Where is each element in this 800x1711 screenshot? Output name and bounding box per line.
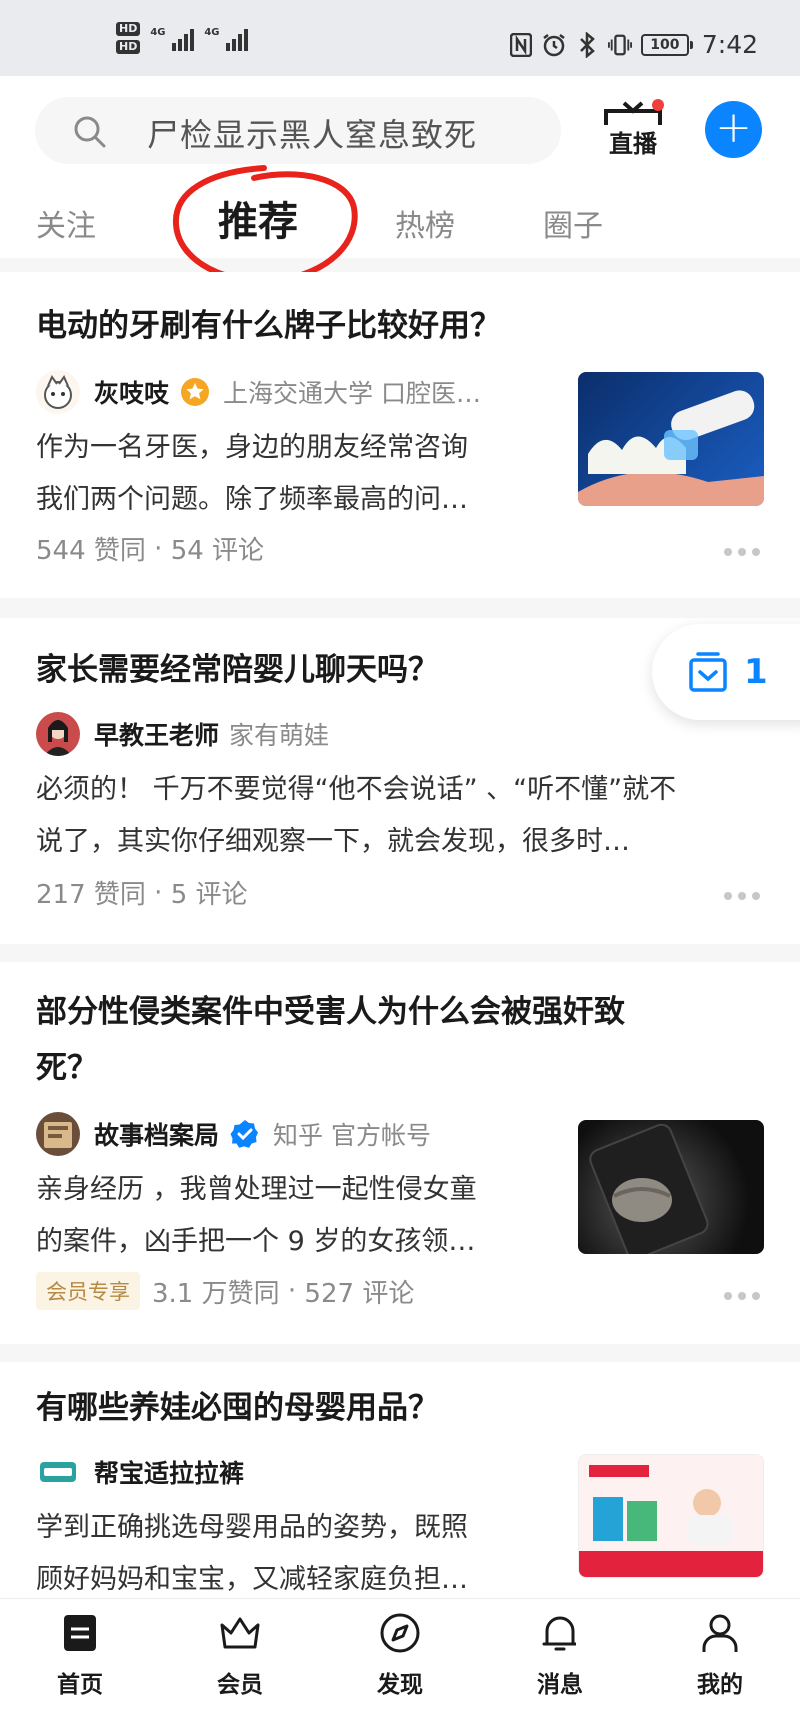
more-options-icon[interactable] [724, 892, 760, 902]
battery-indicator: 100 [640, 33, 693, 56]
live-button[interactable]: 直播 [602, 99, 664, 159]
card-author[interactable]: 早教王老师 家有萌娃 [36, 712, 329, 756]
card-excerpt[interactable]: 学到正确挑选母婴用品的姿势，既照 顾好妈妈和宝宝，又减轻家庭负担… [36, 1502, 468, 1606]
author-name: 帮宝适拉拉裤 [94, 1459, 245, 1488]
vibrate-icon [607, 32, 632, 58]
author-description: 上海交通大学 口腔医… [223, 379, 481, 408]
feed-card[interactable]: 有哪些养娃必囤的母婴用品？ 帮宝适拉拉裤 学到正确挑选母婴用品的姿势，既照 顾好… [0, 1362, 800, 1598]
crown-icon [220, 1617, 260, 1649]
feed-card[interactable]: 部分性侵类案件中受害人为什么会被强奸致 死？ 故事档案局 知乎 官方帐号 亲身经… [0, 962, 800, 1344]
tab-circles[interactable]: 圈子 [543, 201, 603, 245]
card-stats: 217 赞同 · 5 评论 [36, 877, 248, 911]
compass-icon [380, 1613, 420, 1653]
card-author[interactable]: 故事档案局 知乎 官方帐号 [36, 1112, 431, 1156]
alarm-icon [542, 32, 566, 58]
author-name: 灰吱吱 [94, 379, 170, 408]
author-name: 故事档案局 [94, 1121, 220, 1150]
member-exclusive-badge: 会员专享 [36, 1272, 140, 1310]
nav-member[interactable]: 会员 [190, 1611, 290, 1699]
inbox-count: 1 [744, 652, 768, 692]
more-options-icon[interactable] [724, 1292, 760, 1302]
tab-recommend[interactable]: 推荐 [218, 189, 298, 247]
inbox-box-icon [689, 652, 727, 692]
author-name: 早教王老师 [94, 721, 220, 750]
verified-star-badge-icon [181, 378, 210, 406]
person-icon [702, 1614, 738, 1652]
search-placeholder: 尸检显示黑人窒息致死 [147, 116, 478, 154]
nav-discover[interactable]: 发现 [350, 1611, 450, 1699]
signal-1-icon: 4G [150, 25, 195, 51]
card-author[interactable]: 灰吱吱 上海交通大学 口腔医… [36, 370, 481, 414]
live-label: 直播 [609, 130, 657, 158]
search-icon [74, 116, 106, 148]
avatar [36, 712, 80, 756]
author-description: 知乎 官方帐号 [273, 1121, 431, 1150]
hd-badge-1: HD [116, 22, 141, 36]
floating-inbox-button[interactable]: 1 [652, 624, 800, 720]
more-options-icon[interactable] [724, 548, 760, 558]
verified-check-badge-icon [230, 1120, 259, 1148]
status-left: HD HD 4G 4G [116, 22, 249, 54]
card-stats: 会员专享 3.1 万赞同 · 527 评论 [36, 1272, 414, 1310]
status-right: 100 7:42 [509, 30, 758, 59]
card-title[interactable]: 有哪些养娃必囤的母婴用品？ [36, 1380, 439, 1436]
signal-2-icon: 4G [204, 25, 249, 51]
card-title[interactable]: 部分性侵类案件中受害人为什么会被强奸致 死？ [36, 984, 625, 1096]
author-description: 家有萌娃 [229, 721, 330, 750]
card-title[interactable]: 家长需要经常陪婴儿聊天吗？ [36, 642, 439, 698]
plus-icon: + [715, 102, 752, 153]
card-excerpt[interactable]: 亲身经历 ，我曾处理过一起性侵女童 的案件，凶手把一个 9 岁的女孩领… [36, 1164, 477, 1268]
avatar [36, 1112, 80, 1156]
baby-product-ad-thumbnail[interactable] [578, 1454, 764, 1578]
live-notification-dot [652, 99, 664, 111]
nav-profile[interactable]: 我的 [670, 1611, 770, 1699]
bluetooth-icon [575, 31, 599, 58]
bell-icon [542, 1616, 576, 1651]
clock: 7:42 [701, 30, 758, 59]
tab-follow[interactable]: 关注 [36, 201, 96, 245]
nav-messages[interactable]: 消息 [510, 1611, 610, 1699]
card-excerpt[interactable]: 作为一名牙医，身边的朋友经常咨询 我们两个问题。除了频率最高的问… [36, 422, 468, 526]
toothbrush-thumbnail[interactable] [578, 372, 764, 506]
feed-tabs: 关注 推荐 热榜 圈子 [0, 191, 800, 258]
card-author[interactable]: 帮宝适拉拉裤 [36, 1450, 254, 1494]
feed-card[interactable]: 电动的牙刷有什么牌子比较好用？ 灰吱吱 上海交通大学 口腔医… 作为一名牙医，身… [0, 272, 800, 598]
status-bar: HD HD 4G 4G 100 7:42 [0, 0, 800, 76]
card-title[interactable]: 电动的牙刷有什么牌子比较好用？ [36, 298, 501, 354]
hd-badge-2: HD [116, 40, 141, 54]
nfc-icon [509, 32, 533, 58]
card-stats: 544 赞同 · 54 评论 [36, 533, 265, 567]
avatar [36, 1450, 80, 1494]
home-icon [64, 1615, 96, 1651]
search-bar[interactable]: 尸检显示黑人窒息致死 [35, 97, 561, 164]
avatar [36, 370, 80, 414]
nav-home[interactable]: 首页 [30, 1611, 130, 1699]
tab-hot[interactable]: 热榜 [395, 201, 455, 245]
card-excerpt[interactable]: 必须的！ 千万不要觉得“他不会说话” 、“听不懂”就不 说了，其实你仔细观察一下… [36, 764, 676, 868]
top-header: 尸检显示黑人窒息致死 直播 + 关注 推荐 热榜 圈子 [0, 76, 800, 284]
add-button[interactable]: + [705, 101, 762, 158]
bottom-nav: 首页 会员 发现 消息 我的 [0, 1598, 800, 1711]
dark-photo-thumbnail[interactable] [578, 1120, 764, 1254]
